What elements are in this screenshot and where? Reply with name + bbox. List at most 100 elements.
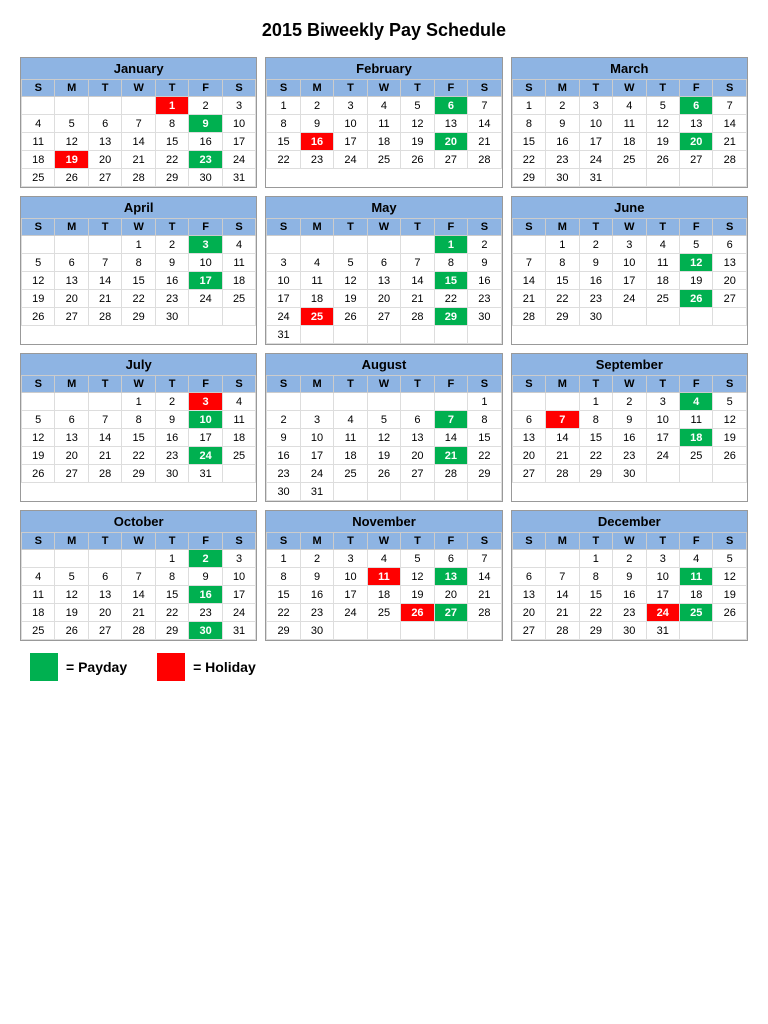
calendar-day [367,622,400,640]
calendar-day [468,483,502,501]
day-header: T [646,376,679,393]
holiday-legend-label: = Holiday [193,659,256,675]
calendar-day: 6 [512,568,545,586]
calendar-day: 1 [579,550,612,568]
calendar-week-row: 891011121314 [267,568,501,586]
calendar-day [88,236,121,254]
calendar-week-row: 12131415161718 [22,272,256,290]
calendar-day: 24 [334,151,367,169]
calendar-day: 16 [579,272,612,290]
calendar-week-row: 21222324252627 [512,290,746,308]
day-header: S [512,533,545,550]
day-header: T [401,376,434,393]
calendar-table-july: SMTWTFS123456789101112131415161718192021… [21,375,256,483]
calendar-day: 7 [122,115,155,133]
calendar-day: 12 [646,115,679,133]
calendar-day [434,622,467,640]
calendar-day: 25 [22,622,55,640]
day-header: S [267,533,300,550]
day-header: T [155,80,188,97]
calendar-day: 25 [22,169,55,187]
calendar-day: 4 [22,568,55,586]
calendar-day: 1 [122,393,155,411]
calendar-day: 19 [22,447,55,465]
calendar-day [546,550,579,568]
calendar-day: 28 [434,465,467,483]
calendar-day: 20 [88,604,121,622]
calendar-header-january: January [21,58,256,79]
calendar-week-row: 567891011 [22,254,256,272]
calendar-day: 11 [680,411,713,429]
calendar-week-row: 18192021222324 [22,151,256,169]
calendar-week-row: 45678910 [22,568,256,586]
calendar-week-row: 11121314151617 [22,586,256,604]
calendar-day: 29 [434,308,467,326]
calendar-day: 8 [155,568,188,586]
calendar-day: 9 [189,568,222,586]
calendar-week-row: 17181920212223 [267,290,501,308]
calendar-day: 31 [267,326,300,344]
calendar-day: 30 [267,483,300,501]
calendar-day [434,483,467,501]
calendar-day [468,622,502,640]
calendar-day: 12 [22,429,55,447]
day-header: M [546,80,579,97]
calendar-day: 22 [579,447,612,465]
calendar-day: 18 [334,447,367,465]
calendar-october: OctoberSMTWTFS12345678910111213141516171… [20,510,257,641]
calendar-week-row: 123456 [512,236,746,254]
calendar-may: MaySMTWTFS123456789101112131415161718192… [265,196,502,345]
calendar-day: 9 [613,568,646,586]
calendar-day: 29 [122,465,155,483]
holiday-legend: = Holiday [157,653,256,681]
calendar-day: 14 [512,272,545,290]
calendar-table-february: SMTWTFS123456789101112131415161718192021… [266,79,501,169]
calendar-day [512,236,545,254]
calendar-day: 13 [88,133,121,151]
calendar-day: 1 [122,236,155,254]
calendar-table-october: SMTWTFS123456789101112131415161718192021… [21,532,256,640]
calendar-day [367,326,400,344]
calendar-day: 31 [300,483,333,501]
calendar-day [300,393,333,411]
calendar-day: 1 [155,550,188,568]
calendar-day: 27 [88,622,121,640]
calendar-day: 25 [300,308,333,326]
day-header: M [546,219,579,236]
day-header: M [55,80,88,97]
calendar-week-row: 19202122232425 [22,290,256,308]
day-header: T [401,219,434,236]
calendar-day: 2 [613,550,646,568]
calendar-day: 9 [300,568,333,586]
calendar-day [713,622,747,640]
calendar-day: 8 [468,411,502,429]
calendar-day: 22 [155,604,188,622]
calendar-day: 18 [680,586,713,604]
calendar-day: 9 [189,115,222,133]
calendar-day: 27 [512,622,545,640]
calendar-day: 27 [713,290,747,308]
day-header: S [222,376,256,393]
calendar-day: 3 [646,550,679,568]
calendar-day: 3 [189,393,222,411]
calendar-day: 3 [646,393,679,411]
calendar-day: 24 [646,447,679,465]
day-header: F [680,533,713,550]
calendar-day: 6 [55,254,88,272]
calendar-day: 1 [546,236,579,254]
calendar-day: 20 [713,272,747,290]
calendar-day [88,97,121,115]
calendar-day: 6 [434,550,467,568]
day-header: S [22,533,55,550]
day-header: W [367,80,400,97]
calendar-june: JuneSMTWTFS12345678910111213141516171819… [511,196,748,345]
calendar-day: 28 [512,308,545,326]
calendar-day: 21 [122,604,155,622]
calendar-day: 26 [401,151,434,169]
calendar-day: 12 [713,411,747,429]
calendar-day: 16 [613,429,646,447]
day-header: M [300,533,333,550]
calendar-day: 21 [434,447,467,465]
calendar-week-row: 22232425262728 [267,151,501,169]
calendar-day: 17 [222,586,256,604]
